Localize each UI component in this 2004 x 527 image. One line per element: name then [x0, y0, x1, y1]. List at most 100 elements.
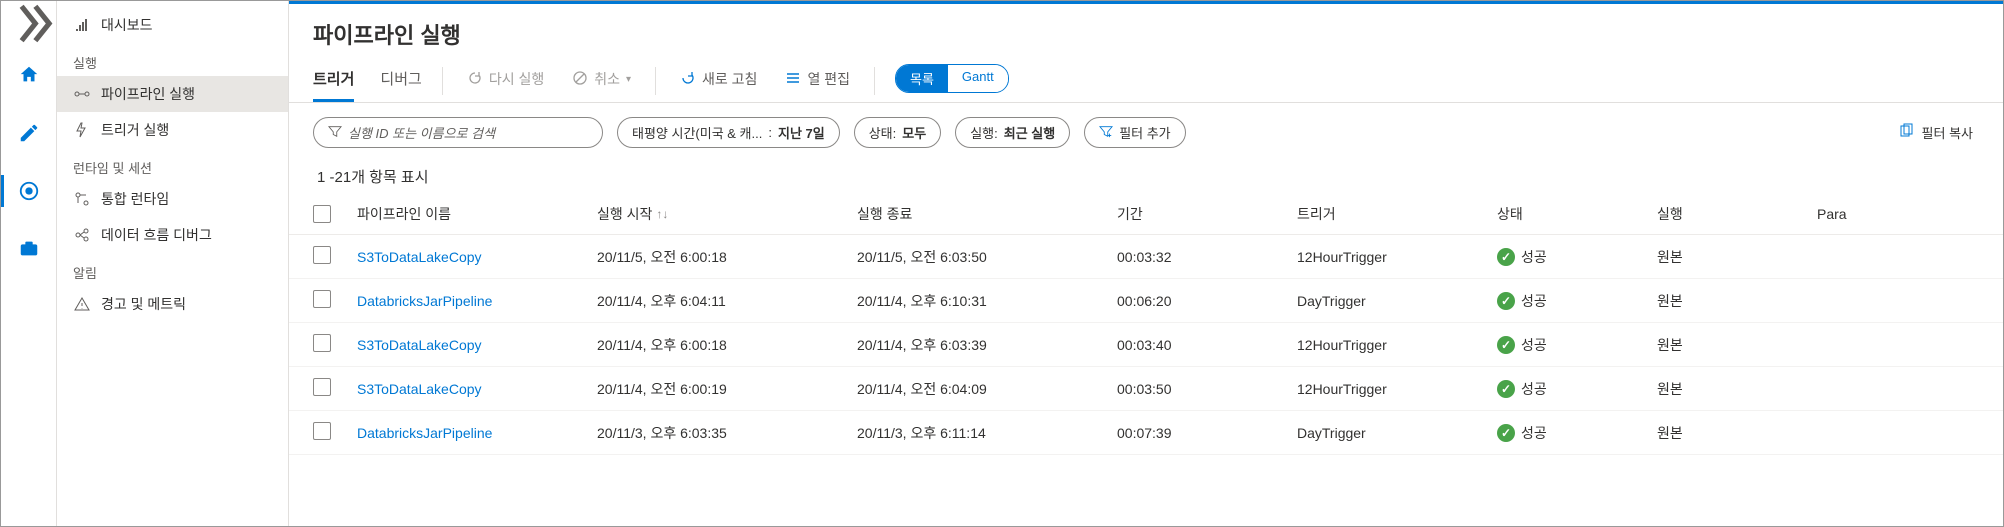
cell-status: 성공: [1497, 379, 1657, 399]
view-toggle[interactable]: 목록 Gantt: [895, 64, 1009, 93]
sidebar-item-label: 통합 런타임: [101, 189, 169, 209]
view-list[interactable]: 목록: [896, 65, 948, 92]
refresh-icon: [680, 70, 696, 89]
row-checkbox[interactable]: [313, 422, 331, 440]
sidebar-integration-runtimes[interactable]: 통합 런타임: [57, 181, 288, 217]
edit-columns-button[interactable]: 열 편집: [781, 63, 854, 99]
row-checkbox[interactable]: [313, 290, 331, 308]
divider: [442, 67, 443, 95]
manage-icon[interactable]: [9, 229, 49, 269]
cell-trigger: DayTrigger: [1297, 293, 1497, 309]
col-run-start[interactable]: 실행 시작↑↓: [597, 204, 857, 224]
author-icon[interactable]: [9, 113, 49, 153]
columns-icon: [785, 70, 801, 89]
row-checkbox[interactable]: [313, 378, 331, 396]
add-filter-button[interactable]: 필터 추가: [1084, 117, 1185, 148]
table-row[interactable]: S3ToDataLakeCopy20/11/5, 오전 6:00:1820/11…: [289, 235, 2003, 279]
cell-run: 원본: [1657, 379, 1817, 399]
cell-run-end: 20/11/3, 오후 6:11:14: [857, 423, 1117, 443]
pipeline-name-link[interactable]: S3ToDataLakeCopy: [357, 337, 482, 353]
content-tabs: 트리거 디버그: [313, 60, 422, 102]
dashboard-icon: [73, 16, 91, 34]
filter-status[interactable]: 상태: 모두: [854, 117, 941, 148]
cell-run-start: 20/11/3, 오후 6:03:35: [597, 423, 857, 443]
view-gantt[interactable]: Gantt: [948, 65, 1008, 92]
table-row[interactable]: DatabricksJarPipeline 20/11/4, 오후 6:04:11…: [289, 279, 2003, 323]
sidebar-pipeline-runs[interactable]: 파이프라인 실행: [57, 76, 288, 112]
success-icon: [1497, 336, 1515, 354]
cell-run: 원본: [1657, 247, 1817, 267]
cell-run-start: 20/11/4, 오후 6:04:11: [597, 291, 857, 311]
cell-status: 성공: [1497, 247, 1657, 267]
cell-duration: 00:03:32: [1117, 249, 1297, 265]
runtime-icon: [73, 190, 91, 208]
copy-icon: [1898, 123, 1914, 142]
sidebar-item-label: 트리거 실행: [101, 120, 169, 140]
filter-runs[interactable]: 실행: 최근 실행: [955, 117, 1070, 148]
search-input[interactable]: 실행 ID 또는 이름으로 검색: [313, 117, 603, 148]
table-row[interactable]: S3ToDataLakeCopy 20/11/4, 오전 6:00:1920/11…: [289, 367, 2003, 411]
sidebar-section-alerts: 알림: [57, 253, 288, 286]
table-row[interactable]: S3ToDataLakeCopy 20/11/4, 오후 6:00:1820/11…: [289, 323, 2003, 367]
select-all-checkbox[interactable]: [313, 205, 331, 223]
sidebar-section-runs: 실행: [57, 43, 288, 76]
cell-run-end: 20/11/5, 오전 6:03:50: [857, 247, 1117, 267]
rerun-button[interactable]: 다시 실행: [463, 63, 548, 99]
sidebar-item-label: 파이프라인 실행: [101, 84, 195, 104]
home-icon[interactable]: [9, 55, 49, 95]
cell-run-start: 20/11/4, 오후 6:00:18: [597, 335, 857, 355]
tab-trigger[interactable]: 트리거: [313, 60, 354, 102]
col-pipeline-name[interactable]: 파이프라인 이름: [357, 204, 597, 224]
cell-status: 성공: [1497, 335, 1657, 355]
sort-icon: ↑↓: [656, 207, 668, 221]
row-checkbox[interactable]: [313, 246, 331, 264]
row-checkbox[interactable]: [313, 334, 331, 352]
cell-trigger: DayTrigger: [1297, 425, 1497, 441]
col-duration[interactable]: 기간: [1117, 204, 1297, 224]
sidebar-trigger-runs[interactable]: 트리거 실행: [57, 112, 288, 148]
cell-trigger: 12HourTrigger: [1297, 381, 1497, 397]
cell-status: 성공: [1497, 423, 1657, 443]
pipeline-name-link[interactable]: S3ToDataLakeCopy: [357, 381, 482, 397]
pipeline-name-link[interactable]: S3ToDataLakeCopy: [357, 249, 482, 265]
col-params[interactable]: Para: [1817, 206, 1937, 222]
cell-status: 성공: [1497, 291, 1657, 311]
divider: [874, 67, 875, 95]
cell-run-end: 20/11/4, 오후 6:03:39: [857, 335, 1117, 355]
col-status[interactable]: 상태: [1497, 204, 1657, 224]
col-run[interactable]: 실행: [1657, 204, 1817, 224]
refresh-button[interactable]: 새로 고침: [676, 63, 761, 99]
cancel-button[interactable]: 취소 ▾: [568, 63, 635, 99]
copy-filter-button[interactable]: 필터 복사: [1898, 123, 1979, 142]
tab-debug[interactable]: 디버그: [380, 60, 421, 102]
sidebar-alerts-metrics[interactable]: 경고 및 메트릭: [57, 286, 288, 322]
cell-run-start: 20/11/4, 오전 6:00:19: [597, 379, 857, 399]
rerun-icon: [467, 70, 483, 89]
monitor-icon[interactable]: [9, 171, 49, 211]
filter-timezone[interactable]: 태평양 시간(미국 & 캐... : 지난 7일: [617, 117, 840, 148]
table-row[interactable]: DatabricksJarPipeline 20/11/3, 오후 6:03:35…: [289, 411, 2003, 455]
cell-duration: 00:03:40: [1117, 337, 1297, 353]
col-trigger[interactable]: 트리거: [1297, 204, 1497, 224]
filter-icon: [328, 124, 342, 141]
sidebar-item-label: 경고 및 메트릭: [101, 294, 186, 314]
sidebar-item-label: 대시보드: [101, 15, 153, 35]
success-icon: [1497, 424, 1515, 442]
cell-duration: 00:03:50: [1117, 381, 1297, 397]
trigger-icon: [73, 121, 91, 139]
toolbar: 트리거 디버그 다시 실행 취소 ▾ 새로 고침 열 편집: [289, 56, 2003, 103]
cell-run-end: 20/11/4, 오후 6:10:31: [857, 291, 1117, 311]
pipeline-name-link[interactable]: DatabricksJarPipeline: [357, 425, 492, 441]
pipeline-name-link[interactable]: DatabricksJarPipeline: [357, 293, 492, 309]
add-filter-icon: [1099, 124, 1113, 141]
expand-rail-button[interactable]: [1, 9, 56, 37]
sidebar-dashboard[interactable]: 대시보드: [57, 7, 288, 43]
cancel-icon: [572, 70, 588, 89]
sidebar-section-runtime: 런타임 및 세션: [57, 148, 288, 181]
dataflow-icon: [73, 226, 91, 244]
sidebar: 대시보드 실행 파이프라인 실행 트리거 실행 런타임 및 세션 통합 런타임 …: [57, 1, 289, 526]
col-run-end[interactable]: 실행 종료: [857, 204, 1117, 224]
cell-run-end: 20/11/4, 오전 6:04:09: [857, 379, 1117, 399]
sidebar-dataflow-debug[interactable]: 데이터 흐름 디버그: [57, 217, 288, 253]
cell-duration: 00:06:20: [1117, 293, 1297, 309]
